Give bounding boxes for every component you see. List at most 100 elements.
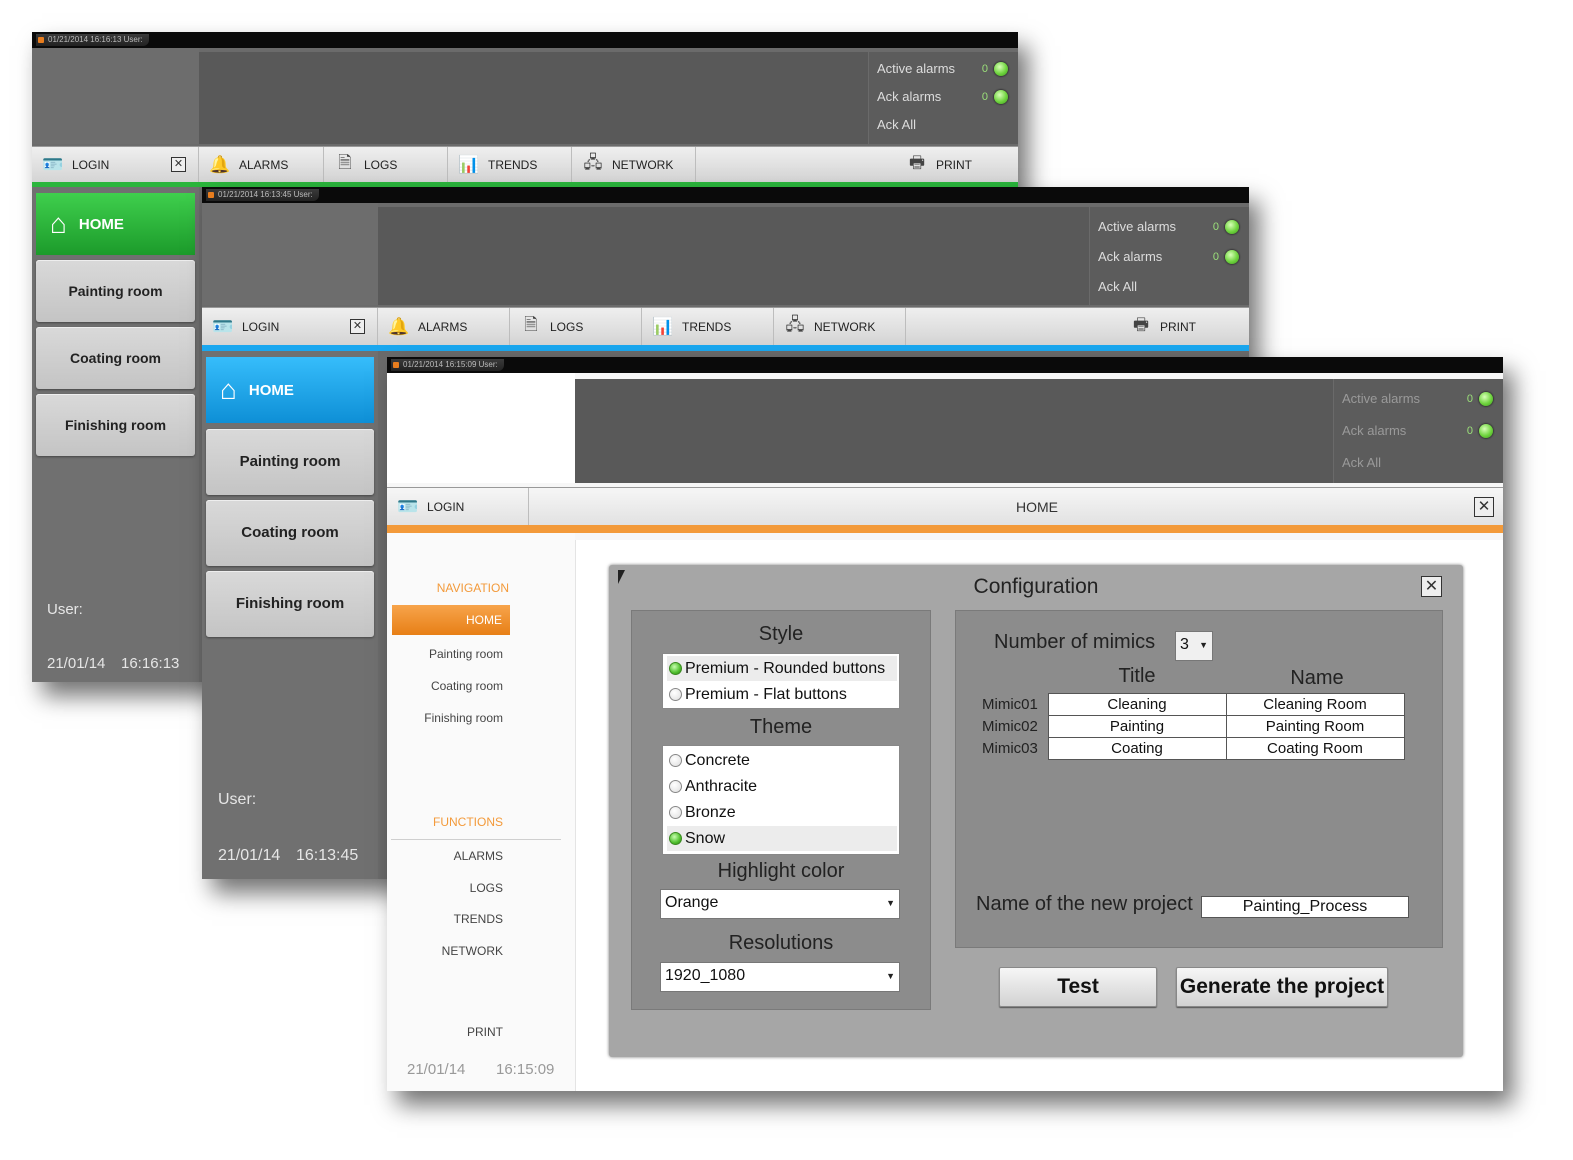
style-option-rounded[interactable]: Premium - Rounded buttons [667,656,897,681]
login-button[interactable]: 🪪 LOGIN ✕ [202,308,378,345]
active-alarms-row[interactable]: Active alarms 0 [1098,217,1241,237]
mimic-title-input[interactable]: Coating [1047,737,1227,760]
mimic-name-input[interactable]: Cleaning Room [1225,693,1405,716]
nav-coating-room[interactable]: Coating room [387,679,503,693]
ack-alarms-row[interactable]: Ack alarms 0 [1342,421,1495,441]
radio-icon [669,806,682,819]
mimic-name-input[interactable]: Painting Room [1225,715,1405,738]
style-option-flat[interactable]: Premium - Flat buttons [667,682,897,707]
divider [391,839,561,840]
title-bar: 01/21/2014 16:15:09 User: [387,357,1503,373]
alarm-summary: Active alarms 0 Ack alarms 0 Ack All [868,52,1018,144]
time-label: 16:15:09 [496,1061,555,1078]
network-button[interactable]: 🖧 NETWORK [572,147,696,182]
accent-strip [387,525,1503,533]
close-icon[interactable]: ✕ [1421,576,1442,597]
status-led-icon [994,90,1008,104]
nav-finishing-room[interactable]: Finishing room [387,711,503,725]
generate-project-button[interactable]: Generate the project [1176,967,1388,1007]
ack-all-button[interactable]: Ack All [877,115,1010,135]
test-button[interactable]: Test [999,967,1157,1007]
close-icon[interactable]: ✕ [1474,497,1494,517]
nav-coating-room[interactable]: Coating room [36,327,195,389]
sidebar-nav: NAVIGATION HOME Painting room Coating ro… [387,533,575,1091]
alarm-banner: Active alarms 0 Ack alarms 0 Ack All [199,52,1018,144]
project-name-label: Name of the new project [976,893,1193,915]
mimic-title-input[interactable]: Painting [1047,715,1227,738]
nav-painting-room[interactable]: Painting room [387,647,503,661]
close-icon[interactable]: ✕ [350,319,365,334]
mouse-pointer-icon [618,570,625,584]
theme-option-snow[interactable]: Snow [667,826,897,851]
ack-alarms-row[interactable]: Ack alarms 0 [1098,247,1241,267]
nav-home[interactable]: HOME [392,605,510,635]
status-led-icon [994,62,1008,76]
mimics-panel: Number of mimics 3 ▼ Title Name Mimic01 C… [955,610,1443,948]
bell-icon: 🔔 [388,316,410,336]
theme-option-bronze[interactable]: Bronze [667,800,897,825]
table-row: Mimic02 Painting Painting Room [982,715,1405,738]
nav-finishing-room[interactable]: Finishing room [36,394,195,456]
close-icon[interactable]: ✕ [171,157,186,172]
radio-icon [669,780,682,793]
trends-button[interactable]: 📊 TRENDS [642,308,774,345]
home-button[interactable]: ⌂ HOME [36,193,195,255]
configuration-dialog: Configuration ✕ Style Premium - Rounded … [609,565,1463,1057]
nav-alarms[interactable]: ALARMS [387,849,503,863]
style-panel: Style Premium - Rounded buttons Premium … [631,610,931,1010]
alarms-button[interactable]: 🔔 ALARMS [378,308,510,345]
print-button[interactable]: 🖶 PRINT [896,147,1018,182]
radio-selected-icon [669,662,682,675]
title-stamp: 01/21/2014 16:15:09 User: [391,359,504,371]
date-label: 21/01/14 [218,847,281,864]
project-name-input[interactable]: Painting_Process [1201,896,1409,918]
chevron-down-icon: ▼ [886,898,895,908]
logs-button[interactable]: 🗎 LOGS [510,308,642,345]
login-button[interactable]: 🪪 LOGIN [387,488,529,525]
table-row: Mimic03 Coating Coating Room [982,737,1405,760]
printer-icon: 🖶 [1132,315,1150,334]
active-alarms-row[interactable]: Active alarms 0 [1342,389,1495,409]
radio-selected-icon [669,832,682,845]
document-clock-icon: 🗎 [524,315,538,334]
home-button[interactable]: ⌂ HOME [206,357,374,423]
network-button[interactable]: 🖧 NETWORK [774,308,906,345]
radio-icon [669,754,682,767]
nav-network[interactable]: NETWORK [387,944,503,958]
toolbar: 🪪 LOGIN ✕ 🔔 ALARMS 🗎 LOGS 📊 TRENDS 🖧 NETWORK … [202,307,1249,345]
logs-button[interactable]: 🗎 LOGS [324,147,448,182]
mimic-title-input[interactable]: Cleaning [1047,693,1227,716]
mimics-count-select[interactable]: 3 ▼ [1175,631,1213,661]
nav-painting-room[interactable]: Painting room [206,429,374,495]
print-button[interactable]: 🖶 PRINT [1120,308,1249,345]
ack-all-button[interactable]: Ack All [1098,277,1241,297]
theme-option-concrete[interactable]: Concrete [667,748,897,773]
nav-finishing-room[interactable]: Finishing room [206,571,374,637]
active-alarms-row[interactable]: Active alarms 0 [877,59,1010,79]
nav-print[interactable]: PRINT [387,1025,503,1039]
resolutions-label: Resolutions [728,932,834,954]
radio-icon [669,688,682,701]
alarms-button[interactable]: 🔔 ALARMS [199,147,324,182]
nav-coating-room[interactable]: Coating room [206,500,374,566]
mimic-name-input[interactable]: Coating Room [1225,737,1405,760]
printer-icon: 🖶 [908,153,926,172]
highlight-color-select[interactable]: Orange ▼ [660,889,900,919]
title-stamp: 01/21/2014 16:16:13 User: [36,34,149,46]
nav-trends[interactable]: TRENDS [387,912,503,926]
ack-alarms-row[interactable]: Ack alarms 0 [877,87,1010,107]
nav-logs[interactable]: LOGS [387,881,503,895]
trends-button[interactable]: 📊 TRENDS [448,147,572,182]
resolution-select[interactable]: 1920_1080 ▼ [660,962,900,992]
theme-option-anthracite[interactable]: Anthracite [667,774,897,799]
ack-all-button[interactable]: Ack All [1342,453,1495,473]
status-led-icon [1225,220,1239,234]
status-led-icon [1225,250,1239,264]
user-label: User: [47,601,83,618]
nav-painting-room[interactable]: Painting room [36,260,195,322]
mimics-count-label: Number of mimics [994,631,1156,653]
login-button[interactable]: 🪪 LOGIN ✕ [32,147,199,182]
logo-area [32,48,199,144]
network-icon: 🖧 [583,153,603,172]
sidebar: ⌂ HOME Painting room Coating room Finishi… [32,187,199,682]
